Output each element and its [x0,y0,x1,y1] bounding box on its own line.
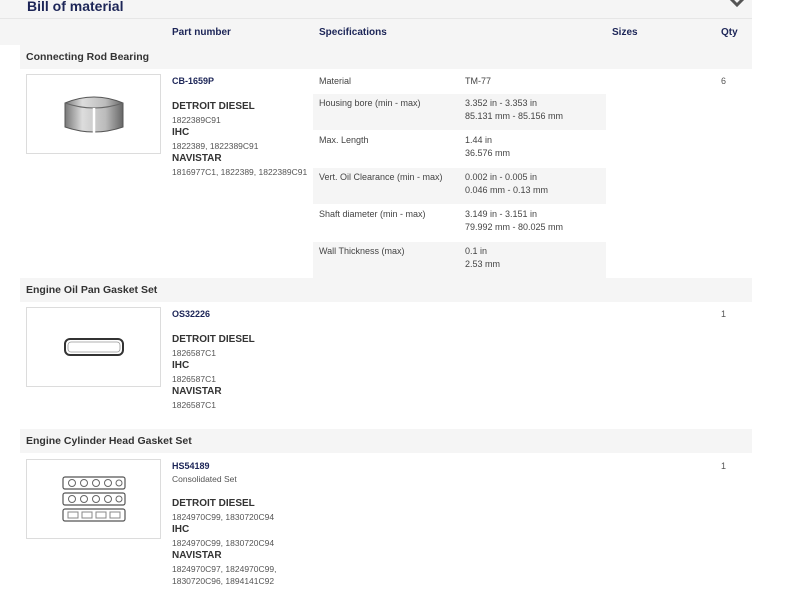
spec-value: 79.992 mm - 80.025 mm [465,222,564,232]
xref-refs: 1822389, 1822389C91 [172,141,259,151]
xref-brand: IHC [172,360,190,371]
page-title: Bill of material [27,0,124,14]
column-header-part-number: Part number [172,27,231,38]
spec-value: 0.046 mm - 0.13 mm [465,185,549,195]
xref-brand: NAVISTAR [172,550,222,561]
section-header: Connecting Rod Bearing [20,45,752,69]
spec-row: Shaft diameter (min - max) 3.149 in - 3.… [313,205,606,241]
spec-row: Housing bore (min - max) 3.352 in - 3.35… [313,94,606,130]
xref-brand: DETROIT DIESEL [172,101,255,112]
spec-label: Vert. Oil Clearance (min - max) [319,172,443,182]
spec-label: Wall Thickness (max) [319,246,405,256]
qty-value: 1 [721,309,727,319]
qty-value: 6 [721,76,727,86]
column-header-specifications: Specifications [319,27,387,38]
section-title: Connecting Rod Bearing [26,51,150,63]
xref-brand: NAVISTAR [172,386,222,397]
part-number[interactable]: OS32226 [172,309,210,319]
xref-refs: 1816977C1, 1822389, 1822389C91 [172,167,308,177]
xref-brand: IHC [172,127,190,138]
spec-row: Wall Thickness (max) 0.1 in 2.53 mm [313,242,606,278]
xref-refs: 1830720C96, 1894141C92 [172,576,275,586]
xref-brand: DETROIT DIESEL [172,334,255,345]
xref-brand: DETROIT DIESEL [172,498,255,509]
spec-label: Max. Length [319,135,369,145]
spec-value: 1.44 in [465,135,493,145]
section-title: Engine Cylinder Head Gasket Set [26,435,192,447]
column-header-qty: Qty [721,27,738,38]
xref-refs: 1826587C1 [172,348,216,358]
column-header-row: Part number Specifications Sizes Qty [0,18,752,45]
bearing-icon [64,96,123,133]
part-number[interactable]: HS54189 [172,461,210,471]
spec-label: Material [319,76,352,86]
xref-refs: 1826587C1 [172,400,216,410]
xref-brand: NAVISTAR [172,153,222,164]
spec-value: 0.1 in [465,246,488,256]
spec-value: 0.002 in - 0.005 in [465,172,538,182]
spec-label: Shaft diameter (min - max) [319,209,426,219]
qty-value: 1 [721,461,727,471]
spec-value: 36.576 mm [465,148,511,158]
spec-row: Max. Length 1.44 in 36.576 mm [313,131,606,167]
spec-value: 85.131 mm - 85.156 mm [465,111,564,121]
bearing-image[interactable] [26,74,161,154]
gasket-icon [63,338,124,356]
spec-value: 2.53 mm [465,259,501,269]
spec-value: 3.149 in - 3.151 in [465,209,538,219]
xref-refs: 1826587C1 [172,374,216,384]
spec-label: Housing bore (min - max) [319,98,421,108]
part-number[interactable]: CB-1659P [172,76,214,86]
spec-value: 3.352 in - 3.353 in [465,98,538,108]
part-description: Consolidated Set [172,474,237,484]
column-header-sizes: Sizes [612,27,638,38]
xref-brand: IHC [172,524,190,535]
gasket-set-icon [61,476,126,522]
section-header: Engine Oil Pan Gasket Set [20,278,752,302]
spec-value: TM-77 [465,76,492,86]
xref-refs: 1824970C99, 1830720C94 [172,512,275,522]
section-header: Engine Cylinder Head Gasket Set [20,429,752,453]
xref-refs: 1824970C99, 1830720C94 [172,538,275,548]
head-gasket-image[interactable] [26,459,161,539]
xref-refs: 1824970C97, 1824970C99, [172,564,277,574]
oil-pan-gasket-image[interactable] [26,307,161,387]
title-bar: Bill of material [0,0,752,19]
xref-refs: 1822389C91 [172,115,221,125]
chevron-down-icon[interactable] [729,0,745,10]
section-title: Engine Oil Pan Gasket Set [26,284,158,296]
spec-row: Vert. Oil Clearance (min - max) 0.002 in… [313,168,606,204]
